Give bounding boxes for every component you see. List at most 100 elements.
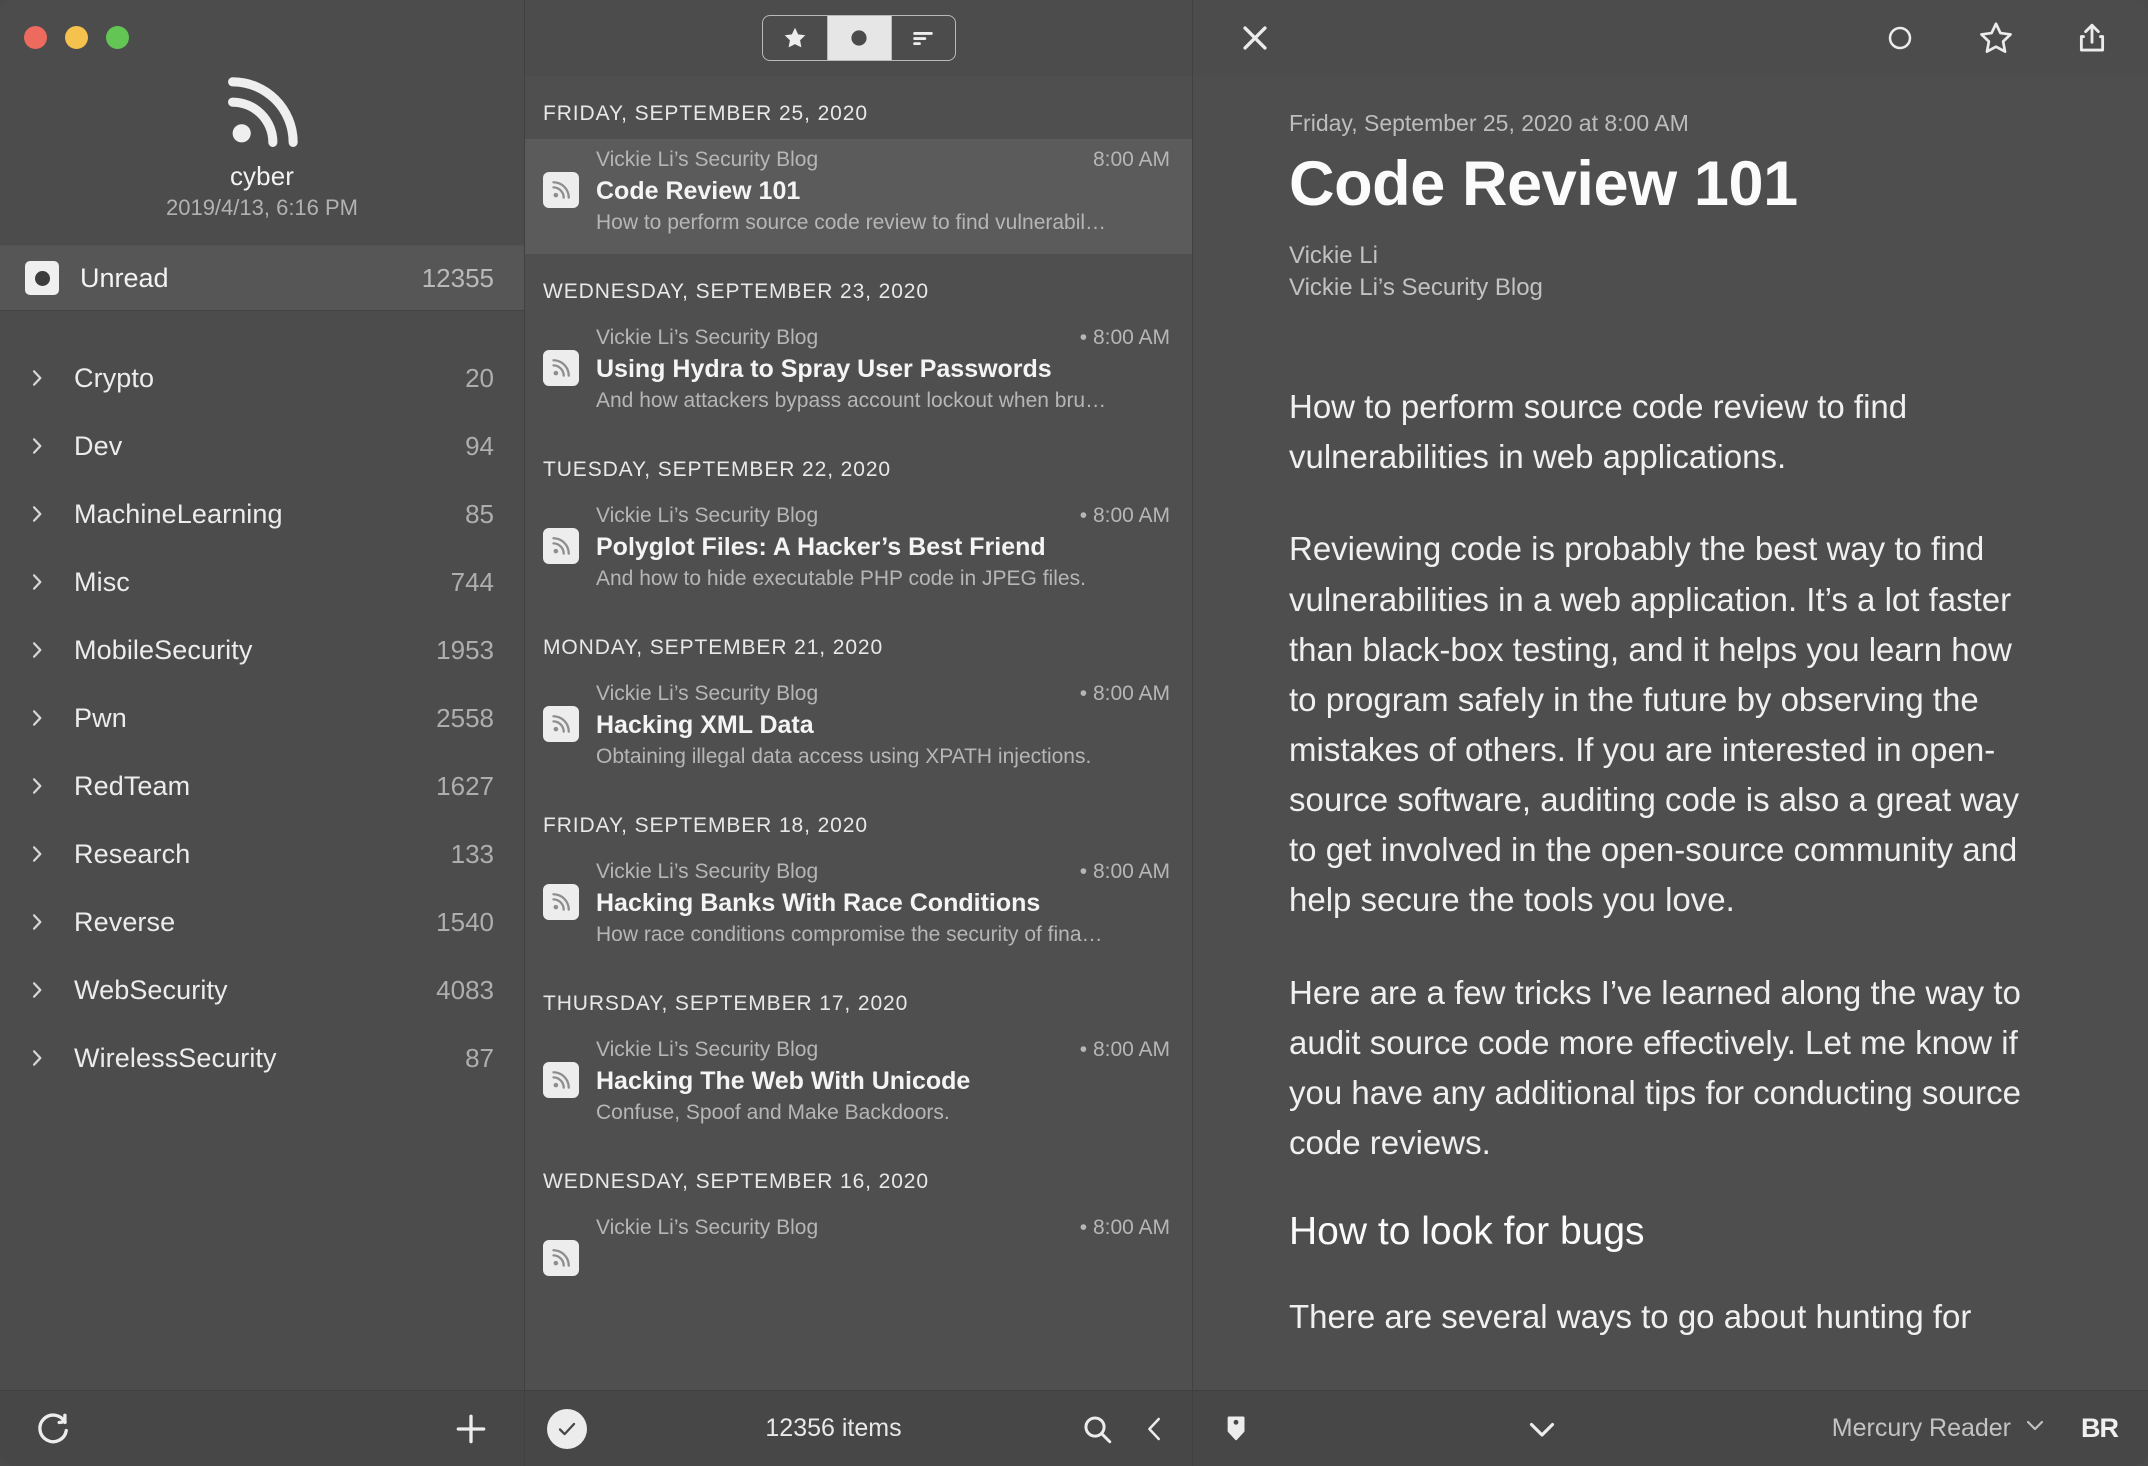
chevron-right-icon[interactable] (24, 980, 50, 1000)
filter-unread-button[interactable] (827, 16, 891, 60)
list-item-feed: Vickie Li’s Security Blog (596, 504, 1068, 528)
sidebar-item-label: WebSecurity (74, 975, 436, 1006)
main-columns: cyber 2019/4/13, 6:16 PM Unread 12355 Cr… (0, 0, 2148, 1390)
chevron-right-icon[interactable] (24, 1048, 50, 1068)
chevron-right-icon[interactable] (24, 640, 50, 660)
chevron-right-icon[interactable] (24, 368, 50, 388)
list-item-summary: And how to hide executable PHP code in J… (596, 567, 1170, 591)
sidebar-item-label: Dev (74, 431, 465, 462)
sidebar-item-mobilesecurity[interactable]: MobileSecurity1953 (0, 616, 524, 684)
list-item-body: Vickie Li’s Security Blog• 8:00 AMHackin… (596, 860, 1170, 947)
sidebar: cyber 2019/4/13, 6:16 PM Unread 12355 Cr… (0, 0, 524, 1390)
list-date-header: WEDNESDAY, SEPTEMBER 16, 2020 (525, 1144, 1192, 1207)
refresh-icon[interactable] (34, 1410, 72, 1448)
list-item-body: Vickie Li’s Security Blog• 8:00 AMHackin… (596, 1038, 1170, 1125)
list-item[interactable]: Vickie Li’s Security Blog• 8:00 AMUsing … (525, 317, 1192, 432)
page-title: Code Review 101 (1289, 150, 2056, 218)
sidebar-item-label: WirelessSecurity (74, 1043, 465, 1074)
close-window-button[interactable] (24, 26, 47, 49)
unread-dot-marker: • (1080, 1216, 1093, 1239)
article-list[interactable]: FRIDAY, SEPTEMBER 25, 2020Vickie Li’s Se… (525, 76, 1192, 1390)
star-outline-icon[interactable] (1968, 10, 2024, 66)
list-item-meta: Vickie Li’s Security Blog• 8:00 AM (596, 504, 1170, 528)
chevron-left-icon[interactable] (1140, 1414, 1170, 1444)
unread-dot-marker: • (1080, 682, 1093, 705)
search-icon[interactable] (1080, 1412, 1114, 1446)
sidebar-item-count: 133 (451, 839, 494, 870)
chevron-right-icon[interactable] (24, 436, 50, 456)
list-item-summary: Obtaining illegal data access using XPAT… (596, 745, 1170, 769)
sidebar-item-misc[interactable]: Misc744 (0, 548, 524, 616)
chevron-right-icon[interactable] (24, 776, 50, 796)
article-paragraph: Here are a few tricks I’ve learned along… (1289, 968, 2029, 1169)
sidebar-item-label: RedTeam (74, 771, 436, 802)
list-item-time: 8:00 AM (1093, 148, 1170, 172)
sidebar-item-reverse[interactable]: Reverse1540 (0, 888, 524, 956)
sidebar-item-label: Reverse (74, 907, 436, 938)
unread-dot-marker: • (1080, 504, 1093, 527)
sidebar-item-redteam[interactable]: RedTeam1627 (0, 752, 524, 820)
article-detail-scroll[interactable]: Friday, September 25, 2020 at 8:00 AM Co… (1193, 76, 2148, 1390)
list-item-time: • 8:00 AM (1080, 1038, 1170, 1062)
chevron-right-icon[interactable] (24, 708, 50, 728)
sidebar-item-research[interactable]: Research133 (0, 820, 524, 888)
list-item-timestamp: 8:00 AM (1093, 1216, 1170, 1239)
sidebar-item-pwn[interactable]: Pwn2558 (0, 684, 524, 752)
list-item-timestamp: 8:00 AM (1093, 1038, 1170, 1061)
unread-dot-marker: • (1080, 860, 1093, 883)
list-item-body: Vickie Li’s Security Blog• 8:00 AMPolygl… (596, 504, 1170, 591)
zoom-window-button[interactable] (106, 26, 129, 49)
list-item[interactable]: Vickie Li’s Security Blog• 8:00 AM (525, 1207, 1192, 1295)
unread-dot-marker: • (1080, 1038, 1093, 1061)
detail-toolbar (1193, 0, 2148, 76)
filter-segmented-control[interactable] (762, 15, 956, 61)
sidebar-item-dev[interactable]: Dev94 (0, 412, 524, 480)
share-icon[interactable] (2064, 10, 2120, 66)
tag-icon[interactable] (1219, 1412, 1253, 1446)
sidebar-item-unread[interactable]: Unread 12355 (0, 245, 524, 311)
unread-dot-icon (25, 261, 59, 295)
sidebar-item-wirelesssecurity[interactable]: WirelessSecurity87 (0, 1024, 524, 1092)
br-label[interactable]: BR (2081, 1413, 2118, 1444)
list-item[interactable]: Vickie Li’s Security Blog• 8:00 AMPolygl… (525, 495, 1192, 610)
list-date-header: THURSDAY, SEPTEMBER 17, 2020 (525, 966, 1192, 1029)
list-date-header: WEDNESDAY, SEPTEMBER 23, 2020 (525, 254, 1192, 317)
list-item-meta: Vickie Li’s Security Blog• 8:00 AM (596, 1038, 1170, 1062)
list-toolbar (525, 0, 1192, 76)
chevron-right-icon[interactable] (24, 572, 50, 592)
sidebar-item-crypto[interactable]: Crypto20 (0, 344, 524, 412)
list-item[interactable]: Vickie Li’s Security Blog• 8:00 AMHackin… (525, 673, 1192, 788)
minimize-window-button[interactable] (65, 26, 88, 49)
chevron-down-icon[interactable] (1524, 1411, 1560, 1447)
list-item[interactable]: Vickie Li’s Security Blog8:00 AMCode Rev… (525, 139, 1192, 254)
traffic-light-buttons (24, 26, 129, 49)
filter-all-button[interactable] (891, 16, 955, 60)
reader-mode-dropdown[interactable]: Mercury Reader (1832, 1413, 2047, 1444)
rss-icon (543, 350, 579, 386)
sidebar-item-label: Misc (74, 567, 451, 598)
rss-icon (220, 71, 304, 155)
chevron-right-icon[interactable] (24, 504, 50, 524)
check-circle-icon[interactable] (547, 1409, 587, 1449)
list-item-meta: Vickie Li’s Security Blog• 8:00 AM (596, 1216, 1170, 1240)
list-item[interactable]: Vickie Li’s Security Blog• 8:00 AMHackin… (525, 1029, 1192, 1144)
list-item-timestamp: 8:00 AM (1093, 148, 1170, 171)
sidebar-item-websecurity[interactable]: WebSecurity4083 (0, 956, 524, 1024)
chevron-right-icon[interactable] (24, 912, 50, 932)
article-list-column: FRIDAY, SEPTEMBER 25, 2020Vickie Li’s Se… (524, 0, 1192, 1390)
list-item-body: Vickie Li’s Security Blog• 8:00 AMHackin… (596, 682, 1170, 769)
article-section-heading: How to look for bugs (1289, 1210, 2056, 1254)
chevron-right-icon[interactable] (24, 844, 50, 864)
sidebar-item-machinelearning[interactable]: MachineLearning85 (0, 480, 524, 548)
circle-outline-icon[interactable] (1872, 10, 1928, 66)
filter-starred-button[interactable] (763, 16, 827, 60)
close-icon[interactable] (1227, 10, 1283, 66)
list-item-body: Vickie Li’s Security Blog• 8:00 AMUsing … (596, 326, 1170, 413)
list-item[interactable]: Vickie Li’s Security Blog• 8:00 AMHackin… (525, 851, 1192, 966)
list-item-body: Vickie Li’s Security Blog• 8:00 AM (596, 1216, 1170, 1250)
list-item-meta: Vickie Li’s Security Blog• 8:00 AM (596, 682, 1170, 706)
list-item-meta: Vickie Li’s Security Blog• 8:00 AM (596, 326, 1170, 350)
article-paragraph: How to perform source code review to fin… (1289, 382, 2029, 482)
plus-icon[interactable] (452, 1410, 490, 1448)
list-item-summary: How to perform source code review to fin… (596, 211, 1170, 235)
